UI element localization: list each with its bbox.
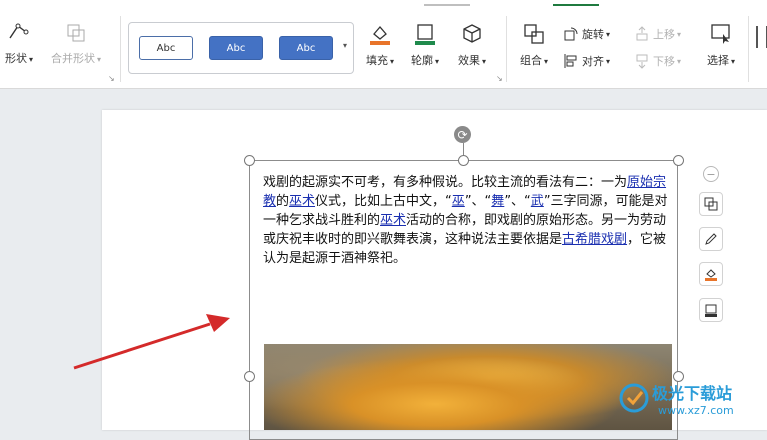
merge-shape-icon (67, 24, 85, 42)
text-run: 戏剧的起源实不可考，有多种假说。比较主流的看法有二：一为 (263, 175, 628, 190)
dialog-launcher-icon[interactable]: ↘ (108, 74, 115, 83)
style-sample-outline[interactable]: Abc (139, 36, 193, 60)
merge-shape-button[interactable]: 合并形状 ▾ (46, 22, 106, 66)
move-down-label: 下移 (653, 55, 675, 68)
shape-outline-icon (415, 24, 435, 45)
chevron-down-icon: ▾ (389, 57, 394, 66)
chevron-down-icon: ▾ (28, 55, 33, 64)
tab-indicator-active (553, 4, 599, 6)
resize-handle-top-left[interactable] (244, 155, 255, 166)
outline-quick-button[interactable] (699, 298, 723, 322)
hyperlink[interactable]: 古希腊戏剧 (562, 232, 627, 247)
chevron-down-icon: ▾ (96, 55, 101, 64)
resize-handle-top-right[interactable] (673, 155, 684, 166)
rotate-button[interactable]: 旋转 ▾ (563, 26, 610, 42)
chevron-down-icon: ▾ (481, 57, 486, 66)
layout-icon (704, 197, 718, 211)
collapse-toolbar-icon[interactable]: − (703, 166, 719, 182)
chevron-down-icon: ▾ (606, 56, 611, 66)
bring-forward-icon (636, 26, 648, 41)
cube-effect-icon (463, 24, 481, 43)
align-button[interactable]: 对齐 ▾ (563, 53, 610, 69)
fill-button[interactable]: 填充 ▾ (364, 22, 396, 68)
group-button[interactable]: 组合 ▾ (516, 22, 552, 68)
selection-pane-icon (711, 24, 730, 44)
hyperlink[interactable]: 巫 (452, 194, 465, 209)
text-run: 的 (276, 194, 290, 209)
gallery-more-icon[interactable]: ▾ (343, 41, 347, 50)
group-separator (506, 16, 507, 82)
tab-indicator-inactive (424, 4, 470, 6)
text-run: ”、“ (464, 194, 492, 209)
align-icon (564, 54, 577, 68)
hyperlink[interactable]: 舞 (491, 194, 504, 209)
merge-shape-label: 合并形状 (50, 52, 95, 65)
watermark-logo-icon (619, 383, 649, 413)
fill-label: 填充 (365, 54, 388, 67)
group-objects-icon (524, 24, 544, 44)
watermark-title: 极光下载站 (652, 384, 733, 403)
chevron-down-icon: ▾ (677, 29, 682, 39)
align-label: 对齐 (582, 55, 604, 68)
textbox-paragraph[interactable]: 戏剧的起源实不可考，有多种假说。比较主流的看法有二：一为原始宗教的巫术仪式，比如… (263, 173, 673, 268)
chevron-down-icon: ▾ (543, 57, 548, 66)
move-down-button[interactable]: 下移 ▾ (634, 53, 681, 69)
paint-bucket-icon (370, 26, 390, 45)
move-up-label: 上移 (653, 28, 675, 41)
watermark-url: www.xz7.com (658, 404, 734, 417)
edit-shape-label: 形状 (4, 52, 27, 65)
pen-icon (705, 233, 717, 245)
edit-style-button[interactable] (699, 227, 723, 251)
shape-outline-icon (705, 304, 717, 317)
style-sample-filled-2[interactable]: Abc (279, 36, 333, 60)
group-separator (120, 16, 121, 82)
fill-quick-button[interactable] (699, 262, 723, 286)
text-run: 仪式，比如上古中文，“ (315, 194, 452, 209)
rotate-icon (564, 27, 578, 41)
annotation-arrow (73, 314, 230, 370)
resize-handle-left[interactable] (244, 371, 255, 382)
embedded-image[interactable] (264, 344, 672, 430)
chevron-down-icon: ▾ (677, 56, 682, 66)
paint-bucket-icon (705, 269, 717, 281)
chevron-down-icon: ▾ (606, 29, 611, 39)
shape-styles-gallery: Abc Abc Abc ▾ (128, 22, 354, 74)
edit-shape-icon (9, 23, 29, 39)
effect-button[interactable]: 效果 ▾ (454, 22, 490, 68)
resize-handle-top[interactable] (458, 155, 469, 166)
style-sample-filled[interactable]: Abc (209, 36, 263, 60)
site-watermark: 极光下载站 www.xz7.com (612, 378, 762, 426)
effect-label: 效果 (457, 54, 480, 67)
chevron-down-icon: ▾ (730, 57, 735, 66)
select-button[interactable]: 选择 ▾ (702, 22, 740, 68)
outline-label: 轮廓 (410, 54, 433, 67)
rotate-handle-icon[interactable]: ⟳ (454, 126, 471, 143)
dialog-launcher-icon[interactable]: ↘ (496, 74, 503, 83)
layout-options-button[interactable] (699, 192, 723, 216)
chevron-down-icon: ▾ (434, 57, 439, 66)
move-up-button[interactable]: 上移 ▾ (634, 26, 681, 42)
rotate-label: 旋转 (582, 28, 604, 41)
hyperlink[interactable]: 巫术 (380, 213, 406, 228)
hyperlink[interactable]: 武 (531, 194, 544, 209)
outline-button[interactable]: 轮廓 ▾ (408, 22, 442, 68)
select-label: 选择 (706, 54, 729, 67)
ribbon-toolbar: 形状 ▾ 合并形状 ▾ ↘ Abc Abc Abc ▾ 填充 ▾ 轮廓 ▾ 效果 ▾ (0, 0, 767, 89)
hyperlink[interactable]: 巫术 (289, 194, 315, 209)
group-separator (748, 16, 749, 82)
group-label: 组合 (519, 54, 542, 67)
text-direction-icon[interactable] (756, 26, 767, 48)
send-backward-icon (636, 54, 648, 69)
edit-shape-button[interactable]: 形状 ▾ (0, 22, 38, 66)
text-run: ”、“ (504, 194, 531, 209)
